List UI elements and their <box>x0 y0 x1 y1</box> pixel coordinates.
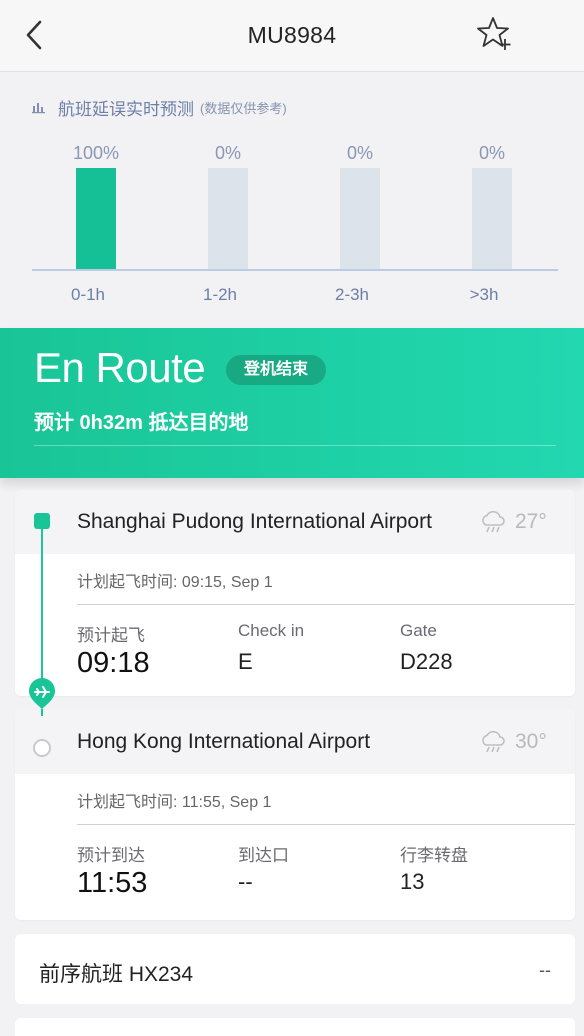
status-divider <box>34 445 556 446</box>
nav-bar: MU8984 <box>0 0 584 72</box>
plane-location-icon <box>29 678 55 716</box>
prediction-header: 航班延误实时预测 (数据仅供参考) <box>32 96 287 119</box>
bar-value-label: 100% <box>72 143 120 163</box>
departure-divider <box>77 604 575 605</box>
eta-text: 预计 0h32m 抵达目的地 <box>34 412 249 434</box>
bar-1-2h <box>208 168 248 269</box>
checkin-value: E <box>238 649 253 674</box>
x-tick-label: 2-3h <box>334 285 370 304</box>
departure-temperature: 27° <box>515 510 547 533</box>
departure-airport-name: Shanghai Pudong International Airport <box>77 510 432 533</box>
bar-0-1h <box>76 168 116 269</box>
chart-axis-line <box>32 269 558 271</box>
next-section-card <box>15 1018 575 1036</box>
arrival-airport-name: Hong Kong International Airport <box>77 730 371 753</box>
x-tick-label: 0-1h <box>70 285 106 304</box>
prediction-title: 航班延误实时预测 <box>58 99 194 119</box>
x-tick-label: 1-2h <box>202 285 238 304</box>
est-departure-label: 预计起飞 <box>77 626 145 645</box>
star-plus-icon[interactable] <box>476 15 514 53</box>
bar-value-label: 0% <box>478 143 505 163</box>
arrival-scheduled-time: 计划起飞时间: 11:55, Sep 1 <box>77 794 272 811</box>
flight-status-banner: En Route 登机结束 预计 0h32m 抵达目的地 <box>0 328 584 478</box>
baggage-carousel-value: 13 <box>400 869 425 894</box>
arrival-card[interactable]: Hong Kong International Airport 30° 计划起飞… <box>15 710 575 920</box>
arrival-temperature: 30° <box>515 730 547 753</box>
bar->3h <box>472 168 512 269</box>
checkin-label: Check in <box>238 621 305 640</box>
gate-label: Gate <box>400 621 437 640</box>
departure-dot <box>34 513 50 529</box>
est-arrival-time: 11:53 <box>77 867 148 899</box>
arrival-exit-label: 到达口 <box>238 846 289 865</box>
cloud-rain-icon <box>482 510 505 533</box>
bar-2-3h <box>340 168 380 269</box>
gate-value: D228 <box>400 649 453 674</box>
status-text: En Route <box>34 344 206 391</box>
route-progress-line <box>41 522 43 692</box>
cloud-rain-icon <box>482 730 505 753</box>
delay-prediction-panel: 航班延误实时预测 (数据仅供参考) 100% 0-1h 0% 1-2h 0% 2-3h 0%… <box>0 72 584 328</box>
bar-value-label: 0% <box>346 143 373 163</box>
boarding-status-badge: 登机结束 <box>226 355 327 385</box>
arrival-divider <box>77 824 575 825</box>
previous-flight-row[interactable]: 前序航班 HX234 -- <box>15 934 575 1004</box>
previous-flight-label: 前序航班 HX234 <box>39 963 194 986</box>
est-departure-time: 09:18 <box>77 647 150 679</box>
arrival-dot <box>33 739 51 757</box>
x-tick-label: >3h <box>469 285 499 304</box>
bar-chart-icon <box>32 103 45 114</box>
departure-scheduled-time: 计划起飞时间: 09:15, Sep 1 <box>77 574 273 591</box>
prediction-subtitle: (数据仅供参考) <box>200 100 287 116</box>
baggage-carousel-label: 行李转盘 <box>400 846 468 865</box>
previous-flight-value: -- <box>539 960 551 980</box>
departure-card[interactable]: Shanghai Pudong International Airport 27… <box>15 490 575 696</box>
arrival-exit-value: -- <box>238 869 253 894</box>
bar-value-label: 0% <box>214 143 241 163</box>
est-arrival-label: 预计到达 <box>77 846 145 865</box>
delay-bar-chart: 100% 0-1h 0% 1-2h 0% 2-3h 0% >3h <box>0 132 584 322</box>
